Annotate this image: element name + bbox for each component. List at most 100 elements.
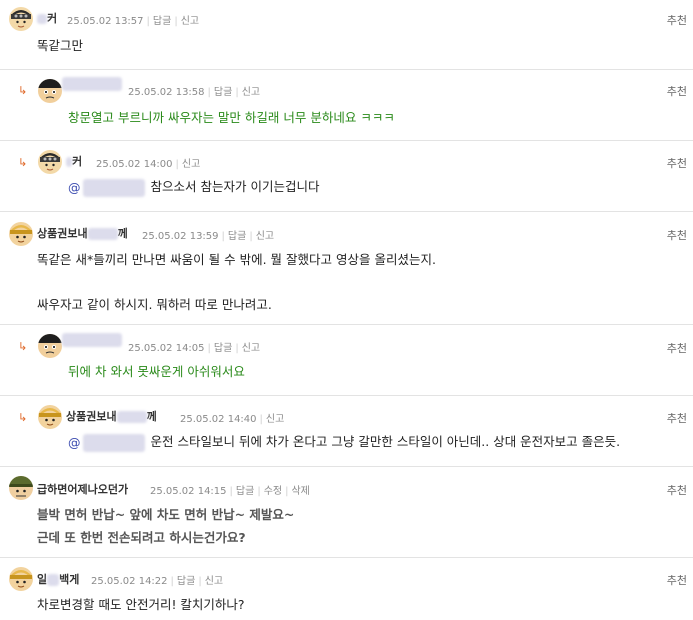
nickname[interactable]: 급하면어제나오던가 bbox=[37, 481, 128, 497]
nickname[interactable] bbox=[62, 77, 122, 91]
reply-link[interactable]: 답글 bbox=[214, 87, 232, 98]
comment-6: ↳ 상품권보내 께 25.05.02 14:40 | 신고 추천 @ 운전 스타일보니 … bbox=[0, 396, 693, 466]
comment-text-line: 근데 또 한번 전손되려고 하시는건가요? bbox=[37, 530, 246, 545]
comment-2: ↳ 25.05.02 13:58 | 답글 | 신고 추천 창문열고 부르니까 싸우자는… bbox=[0, 70, 693, 140]
comment-1: 커 25.05.02 13:57 | 답글 | 신고 추천 똑같그만 bbox=[0, 0, 693, 70]
nickname[interactable]: 커 bbox=[66, 153, 82, 169]
avatar[interactable] bbox=[38, 79, 62, 103]
nickname-text: 커 bbox=[72, 155, 83, 168]
comment-meta: 25.05.02 14:05 | 답글 | 신고 bbox=[128, 339, 260, 354]
recommend-button[interactable]: 추천 bbox=[667, 482, 687, 498]
comment-text-line: 싸우자고 같이 하시지. 뭐하러 따로 만나려고. bbox=[37, 297, 272, 312]
timestamp: 25.05.02 13:58 bbox=[128, 87, 205, 98]
meta-divider: | bbox=[221, 231, 225, 242]
comment-text-line: 똑같은 새*들끼리 만나면 싸움이 될 수 밖에. 뭘 잘했다고 영상을 올리셨… bbox=[37, 252, 436, 267]
nickname-redacted bbox=[37, 14, 47, 24]
nickname-text: 상품권보내 bbox=[66, 410, 117, 423]
recommend-button[interactable]: 추천 bbox=[667, 83, 687, 99]
comment-text: @ 운전 스타일보니 뒤에 차가 온다고 그냥 갈만한 스타일이 아닌데.. 상대… bbox=[68, 431, 620, 452]
comment-meta: 25.05.02 13:57 | 답글 | 신고 bbox=[67, 12, 199, 27]
meta-divider: | bbox=[259, 414, 263, 425]
comment-3: ↳ 커 25.05.02 14:00 | 신고 추천 @ 참으소서 참는자가 이기는겁… bbox=[0, 141, 693, 211]
reply-arrow-icon: ↳ bbox=[18, 411, 28, 424]
reply-arrow-icon: ↳ bbox=[18, 84, 28, 97]
nickname-text: 커 bbox=[47, 12, 58, 25]
reply-link[interactable]: 답글 bbox=[153, 16, 171, 27]
comment-4: 상품권보내 께 25.05.02 13:59 | 답글 | 신고 추천 똑같은 새*들끼리… bbox=[0, 212, 693, 324]
nickname-text: 상품권보내 bbox=[37, 227, 88, 240]
meta-divider: | bbox=[175, 159, 179, 170]
report-link[interactable]: 신고 bbox=[205, 576, 223, 587]
meta-divider: | bbox=[229, 486, 233, 497]
comment-text: 창문열고 부르니까 싸우자는 말만 하길래 너무 분하네요 ㅋㅋㅋ bbox=[68, 110, 395, 125]
timestamp: 25.05.02 13:59 bbox=[142, 231, 219, 242]
nickname[interactable]: 상품권보내 께 bbox=[37, 225, 128, 241]
timestamp: 25.05.02 14:05 bbox=[128, 343, 205, 354]
comment-7: 급하면어제나오던가 25.05.02 14:15 | 답글 | 수정 | 삭제 추천 블박 … bbox=[0, 467, 693, 557]
avatar[interactable] bbox=[9, 222, 33, 246]
mention-redacted bbox=[82, 433, 145, 452]
timestamp: 25.05.02 14:22 bbox=[91, 576, 168, 587]
recommend-button[interactable]: 추천 bbox=[667, 410, 687, 426]
meta-divider: | bbox=[235, 343, 239, 354]
comment-text-content: 참으소서 참는자가 이기는겁니다 bbox=[150, 179, 320, 194]
nickname[interactable]: 커 bbox=[37, 10, 57, 26]
avatar[interactable] bbox=[38, 405, 62, 429]
comment-meta: 25.05.02 13:58 | 답글 | 신고 bbox=[128, 83, 260, 98]
meta-divider: | bbox=[235, 87, 239, 98]
meta-divider: | bbox=[249, 231, 253, 242]
reply-link[interactable]: 답글 bbox=[228, 231, 246, 242]
timestamp: 25.05.02 14:40 bbox=[180, 414, 257, 425]
mention-at: @ bbox=[68, 435, 81, 450]
meta-divider: | bbox=[257, 486, 261, 497]
recommend-button[interactable]: 추천 bbox=[667, 340, 687, 356]
timestamp: 25.05.02 14:00 bbox=[96, 159, 173, 170]
nickname-text-suffix: 께 bbox=[117, 227, 128, 240]
delete-link[interactable]: 삭제 bbox=[291, 486, 309, 497]
avatar[interactable] bbox=[38, 150, 62, 174]
recommend-button[interactable]: 추천 bbox=[667, 572, 687, 588]
comment-text: 똑같그만 bbox=[37, 38, 84, 53]
recommend-button[interactable]: 추천 bbox=[667, 155, 687, 171]
avatar[interactable] bbox=[9, 476, 33, 500]
avatar[interactable] bbox=[9, 7, 33, 31]
meta-divider: | bbox=[285, 486, 289, 497]
comment-text-line: 블박 면허 반납~ 앞에 차도 면허 반납~ 제발요~ bbox=[37, 507, 295, 522]
recommend-button[interactable]: 추천 bbox=[667, 12, 687, 28]
comment-text: 뒤에 차 와서 못싸운게 아쉬워서요 bbox=[68, 364, 245, 379]
nickname-redacted bbox=[66, 157, 72, 167]
nickname-text-suffix: 께 bbox=[146, 410, 157, 423]
report-link[interactable]: 신고 bbox=[266, 414, 284, 425]
reply-arrow-icon: ↳ bbox=[18, 340, 28, 353]
comment-meta: 25.05.02 14:40 | 신고 bbox=[180, 410, 284, 425]
comment-8: 일 백게 25.05.02 14:22 | 답글 | 신고 추천 차로변경할 때도 안전거… bbox=[0, 558, 693, 620]
report-link[interactable]: 신고 bbox=[182, 159, 200, 170]
nickname-redacted bbox=[62, 333, 122, 347]
avatar[interactable] bbox=[38, 334, 62, 358]
report-link[interactable]: 신고 bbox=[256, 231, 274, 242]
nickname[interactable]: 상품권보내 께 bbox=[66, 408, 157, 424]
reply-link[interactable]: 답글 bbox=[236, 486, 254, 497]
meta-divider: | bbox=[198, 576, 202, 587]
report-link[interactable]: 신고 bbox=[242, 343, 260, 354]
reply-link[interactable]: 답글 bbox=[214, 343, 232, 354]
nickname[interactable]: 일 백게 bbox=[37, 571, 79, 587]
nickname-redacted bbox=[87, 228, 118, 240]
timestamp: 25.05.02 14:15 bbox=[150, 486, 227, 497]
recommend-button[interactable]: 추천 bbox=[667, 227, 687, 243]
mention-redacted bbox=[82, 178, 145, 197]
meta-divider: | bbox=[170, 576, 174, 587]
report-link[interactable]: 신고 bbox=[242, 87, 260, 98]
nickname[interactable] bbox=[62, 333, 122, 347]
comment-meta: 25.05.02 14:00 | 신고 bbox=[96, 155, 200, 170]
edit-link[interactable]: 수정 bbox=[264, 486, 282, 497]
avatar[interactable] bbox=[9, 567, 33, 591]
meta-divider: | bbox=[207, 343, 211, 354]
comment-text: 차로변경할 때도 안전거리! 칼치기하나? bbox=[37, 597, 245, 612]
meta-divider: | bbox=[207, 87, 211, 98]
report-link[interactable]: 신고 bbox=[181, 16, 199, 27]
comment-meta: 25.05.02 14:22 | 답글 | 신고 bbox=[91, 572, 223, 587]
reply-arrow-icon: ↳ bbox=[18, 156, 28, 169]
meta-divider: | bbox=[146, 16, 150, 27]
reply-link[interactable]: 답글 bbox=[177, 576, 195, 587]
